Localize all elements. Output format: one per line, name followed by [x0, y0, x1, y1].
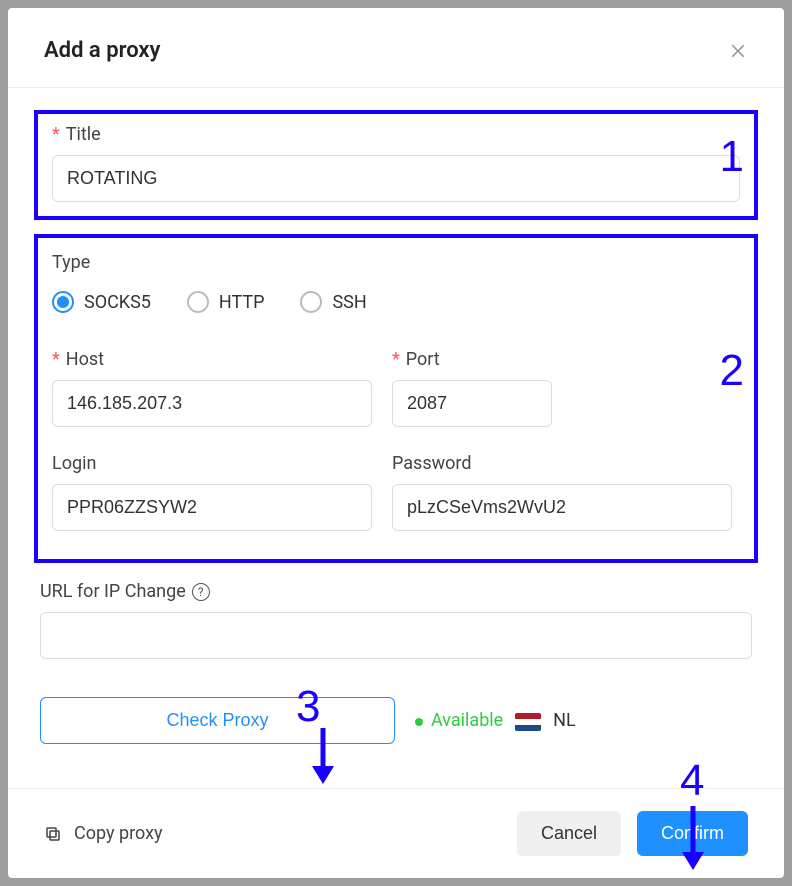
- url-section: URL for IP Change ?: [34, 581, 758, 659]
- radio-label-socks5: SOCKS5: [84, 292, 151, 313]
- required-asterisk: *: [52, 349, 60, 370]
- login-input[interactable]: [52, 484, 372, 531]
- modal-footer: Copy proxy Cancel Confirm: [8, 788, 784, 878]
- radio-circle-icon: [187, 291, 209, 313]
- type-label: Type: [52, 252, 740, 273]
- required-asterisk: *: [52, 124, 60, 145]
- status-text: Available: [431, 710, 503, 731]
- password-col: Password: [392, 453, 732, 531]
- url-label: URL for IP Change ?: [40, 581, 752, 602]
- check-row: Check Proxy Available NL: [34, 697, 758, 744]
- status-dot-icon: [415, 718, 423, 726]
- radio-ssh[interactable]: SSH: [300, 291, 366, 313]
- connection-group: Type SOCKS5 HTTP SSH *: [34, 234, 758, 563]
- copy-proxy-label: Copy proxy: [74, 823, 163, 844]
- check-proxy-button[interactable]: Check Proxy: [40, 697, 395, 744]
- status-block: Available NL: [415, 710, 576, 731]
- help-icon[interactable]: ?: [192, 583, 210, 601]
- modal-content: * Title 1 Type SOCKS5 HTTP SSH: [8, 88, 784, 788]
- url-label-text: URL for IP Change: [40, 581, 186, 602]
- password-input[interactable]: [392, 484, 732, 531]
- title-label-text: Title: [66, 124, 101, 145]
- port-input[interactable]: [392, 380, 552, 427]
- login-pass-row: Login Password: [52, 453, 740, 531]
- country-code: NL: [553, 710, 576, 731]
- radio-label-ssh: SSH: [332, 292, 366, 313]
- host-col: * Host: [52, 349, 372, 427]
- modal-header: Add a proxy: [8, 8, 784, 88]
- port-col: * Port: [392, 349, 552, 427]
- title-input[interactable]: [52, 155, 740, 202]
- host-label-text: Host: [66, 349, 104, 370]
- host-input[interactable]: [52, 380, 372, 427]
- type-radio-group: SOCKS5 HTTP SSH: [52, 291, 740, 313]
- close-icon[interactable]: [728, 41, 748, 61]
- host-label: * Host: [52, 349, 372, 370]
- cancel-button[interactable]: Cancel: [517, 811, 621, 856]
- port-label-text: Port: [406, 349, 440, 370]
- required-asterisk: *: [392, 349, 400, 370]
- port-label: * Port: [392, 349, 552, 370]
- radio-circle-icon: [300, 291, 322, 313]
- radio-http[interactable]: HTTP: [187, 291, 265, 313]
- radio-label-http: HTTP: [219, 292, 265, 313]
- footer-buttons: Cancel Confirm: [517, 811, 748, 856]
- copy-proxy-button[interactable]: Copy proxy: [44, 823, 163, 844]
- flag-nl-icon: [515, 713, 541, 731]
- radio-circle-icon: [52, 291, 74, 313]
- password-label: Password: [392, 453, 732, 474]
- add-proxy-modal: Add a proxy * Title 1 Type SOCKS5: [8, 8, 784, 878]
- login-label: Login: [52, 453, 372, 474]
- title-group: * Title 1: [34, 110, 758, 220]
- title-label: * Title: [52, 124, 740, 145]
- confirm-button[interactable]: Confirm: [637, 811, 748, 856]
- copy-icon: [44, 825, 62, 843]
- login-col: Login: [52, 453, 372, 531]
- radio-socks5[interactable]: SOCKS5: [52, 291, 151, 313]
- host-port-row: * Host * Port: [52, 349, 740, 427]
- url-input[interactable]: [40, 612, 752, 659]
- modal-title: Add a proxy: [44, 38, 160, 63]
